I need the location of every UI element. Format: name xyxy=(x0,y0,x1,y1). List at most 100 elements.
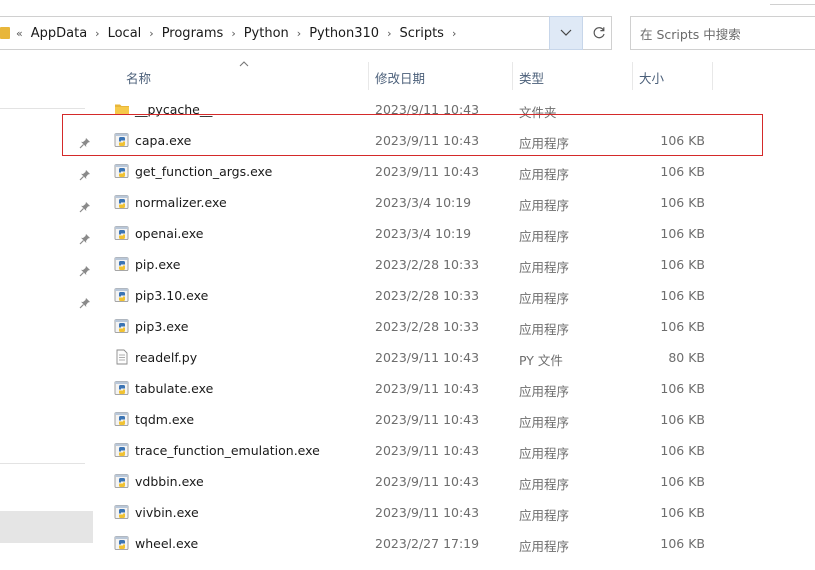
file-row[interactable]: wheel.exe 2023/2/27 17:19 应用程序 106 KB xyxy=(96,528,815,559)
nav-divider xyxy=(0,463,85,464)
breadcrumb-scripts[interactable]: Scripts xyxy=(399,26,443,41)
file-row[interactable]: normalizer.exe 2023/3/4 10:19 应用程序 106 KB xyxy=(96,187,815,218)
file-type: 应用程序 xyxy=(519,291,570,306)
pin-icon[interactable] xyxy=(79,233,91,245)
file-type: 应用程序 xyxy=(519,446,570,461)
file-row[interactable]: get_function_args.exe 2023/9/11 10:43 应用程序… xyxy=(96,156,815,187)
file-modified-date: 2023/9/11 10:43 xyxy=(375,505,480,520)
file-type: 应用程序 xyxy=(519,136,570,151)
breadcrumb-separator-icon[interactable]: › xyxy=(149,27,153,40)
pin-icon[interactable] xyxy=(79,137,91,149)
file-modified-date: 2023/9/11 10:43 xyxy=(375,133,480,148)
file-modified-date: 2023/9/11 10:43 xyxy=(375,102,480,117)
overflow-chevron-icon[interactable]: « xyxy=(16,27,23,40)
pin-icon[interactable] xyxy=(79,169,91,181)
file-row[interactable]: trace_function_emulation.exe 2023/9/11 10… xyxy=(96,435,815,466)
column-header-type[interactable]: 类型 xyxy=(519,68,544,87)
breadcrumb[interactable]: « AppData › Local › Programs › Python › … xyxy=(0,16,612,50)
file-type: 文件夹 xyxy=(519,105,557,120)
breadcrumb-python[interactable]: Python xyxy=(244,26,289,41)
python-exe-icon xyxy=(114,535,130,551)
pin-icon[interactable] xyxy=(79,265,91,277)
refresh-icon xyxy=(593,27,605,39)
file-name: openai.exe xyxy=(135,226,204,241)
breadcrumb-separator-icon[interactable]: › xyxy=(231,27,235,40)
breadcrumb-separator-icon[interactable]: › xyxy=(297,27,301,40)
breadcrumb-programs[interactable]: Programs xyxy=(162,26,224,41)
column-header-size[interactable]: 大小 xyxy=(639,68,664,87)
file-size: 106 KB xyxy=(660,226,705,241)
file-size: 106 KB xyxy=(660,505,705,520)
folder-icon xyxy=(0,27,10,39)
pin-icon[interactable] xyxy=(79,201,91,213)
python-exe-icon xyxy=(114,163,130,179)
file-name: trace_function_emulation.exe xyxy=(135,443,320,458)
file-modified-date: 2023/9/11 10:43 xyxy=(375,350,480,365)
file-name: pip.exe xyxy=(135,257,181,272)
file-type: 应用程序 xyxy=(519,198,570,213)
file-row[interactable]: vdbbin.exe 2023/9/11 10:43 应用程序 106 KB xyxy=(96,466,815,497)
folder-row[interactable]: __pycache__ 2023/9/11 10:43 文件夹 xyxy=(96,94,815,125)
python-exe-icon xyxy=(114,287,130,303)
file-name: get_function_args.exe xyxy=(135,164,273,179)
python-exe-icon xyxy=(114,194,130,210)
nav-selected-item[interactable] xyxy=(0,511,93,543)
breadcrumb-separator-icon[interactable]: › xyxy=(387,27,391,40)
column-divider[interactable] xyxy=(632,62,633,90)
file-row[interactable]: pip3.exe 2023/2/28 10:33 应用程序 106 KB xyxy=(96,311,815,342)
file-type: PY 文件 xyxy=(519,353,563,368)
pin-icon[interactable] xyxy=(79,297,91,309)
sort-ascending-icon xyxy=(239,61,249,67)
column-header-name[interactable]: 名称 xyxy=(126,68,151,87)
python-exe-icon xyxy=(114,132,130,148)
breadcrumb-python310[interactable]: Python310 xyxy=(309,26,379,41)
file-name: vdbbin.exe xyxy=(135,474,204,489)
file-size: 106 KB xyxy=(660,288,705,303)
file-row[interactable]: vivbin.exe 2023/9/11 10:43 应用程序 106 KB xyxy=(96,497,815,528)
file-modified-date: 2023/2/28 10:33 xyxy=(375,257,480,272)
file-size: 106 KB xyxy=(660,257,705,272)
chevron-down-icon xyxy=(560,29,572,36)
breadcrumb-separator-icon[interactable]: › xyxy=(452,27,456,40)
file-size: 106 KB xyxy=(660,319,705,334)
file-row[interactable]: pip.exe 2023/2/28 10:33 应用程序 106 KB xyxy=(96,249,815,280)
file-name: vivbin.exe xyxy=(135,505,199,520)
file-size: 106 KB xyxy=(660,474,705,489)
file-type: 应用程序 xyxy=(519,322,570,337)
file-type: 应用程序 xyxy=(519,508,570,523)
refresh-button[interactable] xyxy=(584,16,614,50)
file-row[interactable]: openai.exe 2023/3/4 10:19 应用程序 106 KB xyxy=(96,218,815,249)
breadcrumb-appdata[interactable]: AppData xyxy=(31,26,87,41)
column-divider[interactable] xyxy=(712,62,713,90)
file-modified-date: 2023/9/11 10:43 xyxy=(375,412,480,427)
file-size: 106 KB xyxy=(660,536,705,551)
file-type: 应用程序 xyxy=(519,229,570,244)
nav-divider xyxy=(0,108,85,109)
file-name: capa.exe xyxy=(135,133,192,148)
file-row[interactable]: capa.exe 2023/9/11 10:43 应用程序 106 KB xyxy=(96,125,815,156)
column-header-row: 名称 修改日期 类型 大小 xyxy=(96,61,815,90)
file-name: pip3.10.exe xyxy=(135,288,209,303)
column-divider[interactable] xyxy=(512,62,513,90)
file-modified-date: 2023/9/11 10:43 xyxy=(375,381,480,396)
file-row[interactable]: tabulate.exe 2023/9/11 10:43 应用程序 106 KB xyxy=(96,373,815,404)
file-name: tqdm.exe xyxy=(135,412,195,427)
file-type: 应用程序 xyxy=(519,260,570,275)
column-divider[interactable] xyxy=(368,62,369,90)
file-row[interactable]: readelf.py 2023/9/11 10:43 PY 文件 80 KB xyxy=(96,342,815,373)
file-size: 80 KB xyxy=(668,350,705,365)
python-exe-icon xyxy=(114,504,130,520)
breadcrumb-separator-icon[interactable]: › xyxy=(95,27,99,40)
file-row[interactable]: pip3.10.exe 2023/2/28 10:33 应用程序 106 KB xyxy=(96,280,815,311)
python-exe-icon xyxy=(114,256,130,272)
search-input[interactable]: 在 Scripts 中搜索 xyxy=(630,16,815,50)
column-header-modified[interactable]: 修改日期 xyxy=(375,68,425,87)
file-modified-date: 2023/2/28 10:33 xyxy=(375,288,480,303)
window-edge-line xyxy=(770,4,815,5)
address-history-dropdown-button[interactable] xyxy=(549,16,583,50)
file-row[interactable]: tqdm.exe 2023/9/11 10:43 应用程序 106 KB xyxy=(96,404,815,435)
breadcrumb-local[interactable]: Local xyxy=(108,26,142,41)
file-name: tabulate.exe xyxy=(135,381,214,396)
search-placeholder: 在 Scripts 中搜索 xyxy=(640,26,741,42)
text-file-icon xyxy=(114,349,130,365)
